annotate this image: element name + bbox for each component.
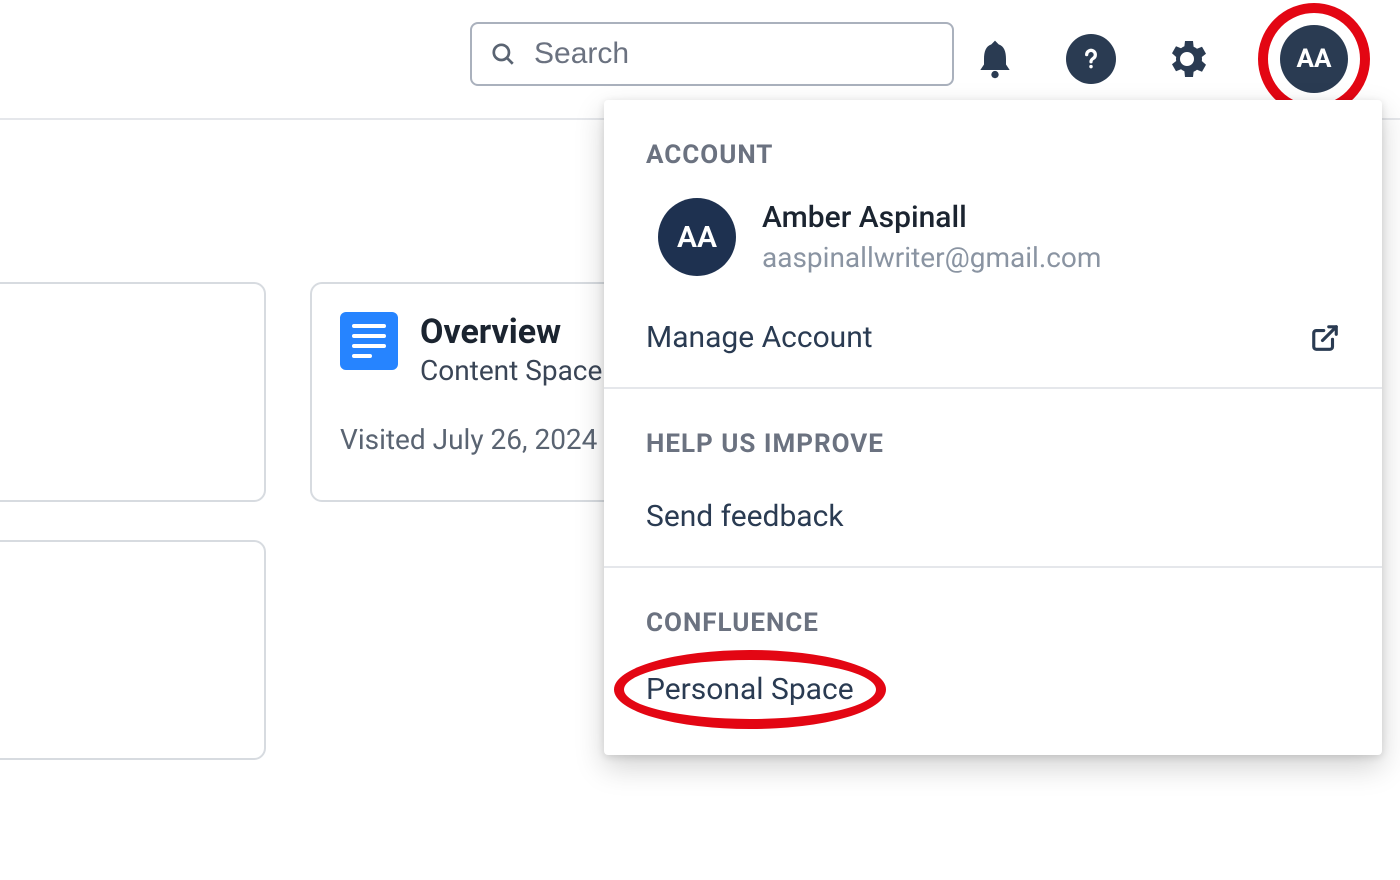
recent-card[interactable]	[0, 282, 266, 502]
search-field[interactable]	[470, 22, 954, 86]
avatar-icon: AA	[658, 198, 736, 276]
menu-manage-account[interactable]: Manage Account	[604, 298, 1382, 377]
search-input[interactable]	[534, 37, 934, 71]
avatar-highlight: AA	[1258, 3, 1370, 115]
account-info: AA Amber Aspinall aaspinallwriter@gmail.…	[604, 188, 1382, 298]
menu-item-label: Personal Space	[624, 664, 876, 715]
bell-icon	[973, 37, 1017, 81]
notifications-button[interactable]	[970, 34, 1020, 84]
account-name: Amber Aspinall	[762, 200, 1101, 235]
menu-item-label: Send feedback	[646, 499, 844, 534]
topbar-actions: AA	[970, 3, 1370, 115]
help-button[interactable]	[1066, 34, 1116, 84]
card-title: Overview	[420, 312, 602, 352]
account-email: aaspinallwriter@gmail.com	[762, 241, 1101, 274]
external-link-icon	[1310, 323, 1340, 353]
section-label-confluence: CONFLUENCE	[604, 568, 1382, 656]
question-icon	[1078, 46, 1104, 72]
recent-card[interactable]	[0, 540, 266, 760]
avatar-initials: AA	[1297, 44, 1332, 74]
menu-item-label: Manage Account	[646, 320, 873, 355]
card-subtitle: Content Space	[420, 354, 602, 387]
search-icon	[490, 41, 516, 67]
menu-personal-space[interactable]: Personal Space	[624, 664, 876, 715]
menu-send-feedback[interactable]: Send feedback	[604, 477, 1382, 556]
profile-dropdown: ACCOUNT AA Amber Aspinall aaspinallwrite…	[604, 100, 1382, 755]
profile-avatar-button[interactable]: AA	[1280, 25, 1348, 93]
gear-icon	[1163, 35, 1211, 83]
section-label-account: ACCOUNT	[604, 100, 1382, 188]
section-label-improve: HELP US IMPROVE	[604, 389, 1382, 477]
document-icon	[340, 312, 398, 370]
settings-button[interactable]	[1162, 34, 1212, 84]
